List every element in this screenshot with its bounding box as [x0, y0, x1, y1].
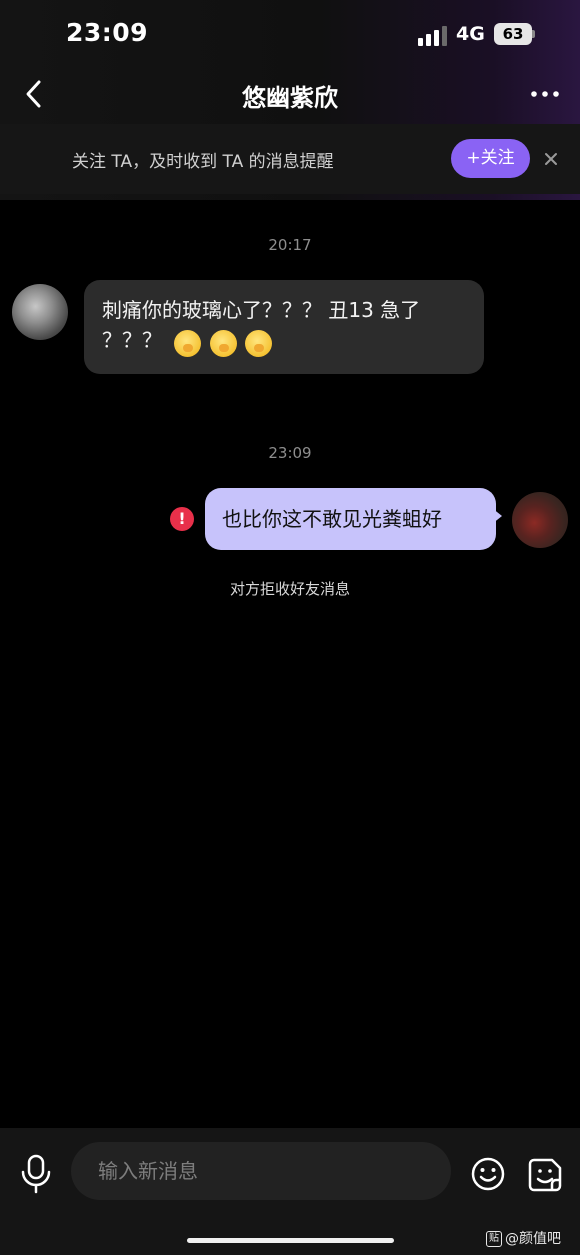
message-timestamp: 20:17 — [268, 236, 312, 254]
watermark-badge: 贴 — [486, 1231, 502, 1247]
yawn-emoji-icon — [209, 329, 237, 357]
nav-bar: 悠幽紫欣 — [0, 70, 580, 122]
follow-banner: 关注 TA，及时收到 TA 的消息提醒 +关注 — [0, 124, 580, 194]
message-input[interactable] — [71, 1142, 451, 1200]
signal-icon — [418, 26, 447, 46]
watermark-text: @颜值吧 — [505, 1231, 561, 1247]
system-notice: 对方拒收好友消息 — [229, 580, 350, 598]
more-options-icon[interactable] — [526, 82, 566, 106]
watermark: 贴 @颜值吧 — [486, 1228, 561, 1248]
follow-prompt-text: 关注 TA，及时收到 TA 的消息提醒 — [72, 152, 334, 172]
sent-message-bubble[interactable]: 也比你这不敢见光粪蛆好 — [205, 488, 496, 550]
send-failed-icon[interactable]: ! — [170, 507, 194, 531]
yawn-emoji-icon — [245, 329, 273, 357]
home-indicator[interactable] — [187, 1238, 394, 1243]
received-message-line-2: ？？？ — [102, 328, 162, 352]
contact-avatar[interactable] — [12, 284, 68, 340]
yawn-emoji-icon — [174, 329, 202, 357]
my-avatar[interactable] — [512, 492, 568, 548]
received-message-bubble[interactable]: 刺痛你的玻璃心了？？？ 丑13 急了 ？？？ — [84, 280, 484, 374]
close-icon[interactable] — [540, 148, 562, 170]
message-timestamp: 23:09 — [268, 444, 312, 462]
status-time: 23:09 — [66, 18, 149, 47]
status-bar: 23:09 4G 63 — [0, 0, 580, 70]
microphone-icon[interactable] — [18, 1154, 54, 1194]
follow-button[interactable]: +关注 — [451, 139, 530, 178]
battery-icon: 63 — [494, 23, 536, 45]
chat-title: 悠幽紫欣 — [242, 84, 338, 112]
bubble-tail — [492, 508, 502, 524]
emoji-group — [174, 327, 274, 357]
emoji-icon[interactable] — [470, 1156, 506, 1192]
network-label: 4G — [456, 23, 485, 45]
sticker-icon[interactable] — [526, 1156, 564, 1194]
battery-level: 63 — [502, 25, 524, 43]
input-bar: 贴@颜值吧 — [0, 1128, 580, 1255]
back-arrow-icon[interactable] — [20, 76, 50, 112]
received-message-line-1: 刺痛你的玻璃心了？？？ 丑13 急了 — [102, 298, 421, 322]
